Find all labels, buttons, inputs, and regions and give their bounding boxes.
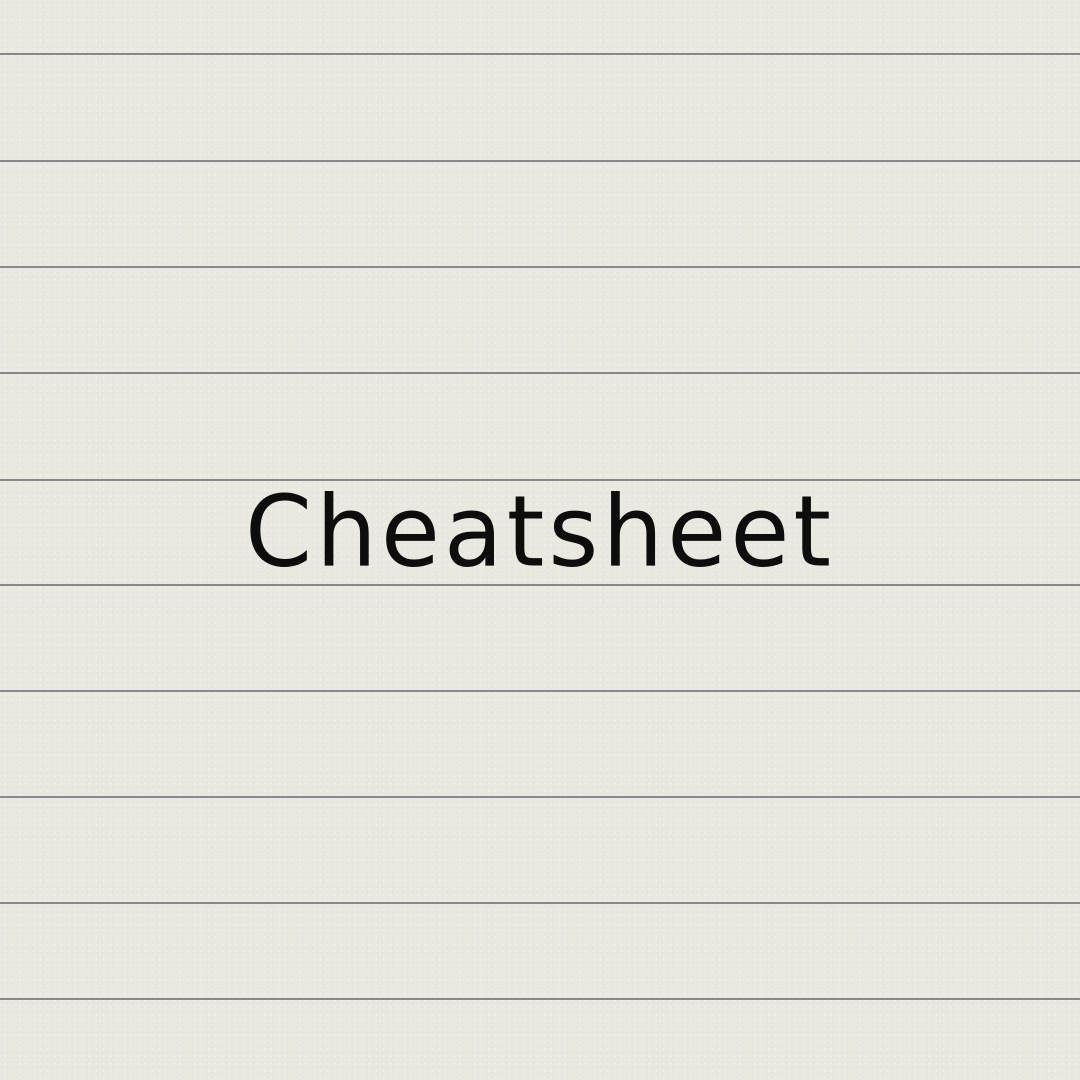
ruled-line	[0, 902, 1080, 904]
ruled-line	[0, 372, 1080, 374]
ruled-line	[0, 160, 1080, 162]
lined-paper-background: Cheatsheet	[0, 0, 1080, 1080]
page-title: Cheatsheet	[244, 474, 836, 590]
ruled-line	[0, 53, 1080, 55]
ruled-line	[0, 690, 1080, 692]
ruled-line	[0, 998, 1080, 1000]
ruled-line	[0, 266, 1080, 268]
ruled-line	[0, 796, 1080, 798]
